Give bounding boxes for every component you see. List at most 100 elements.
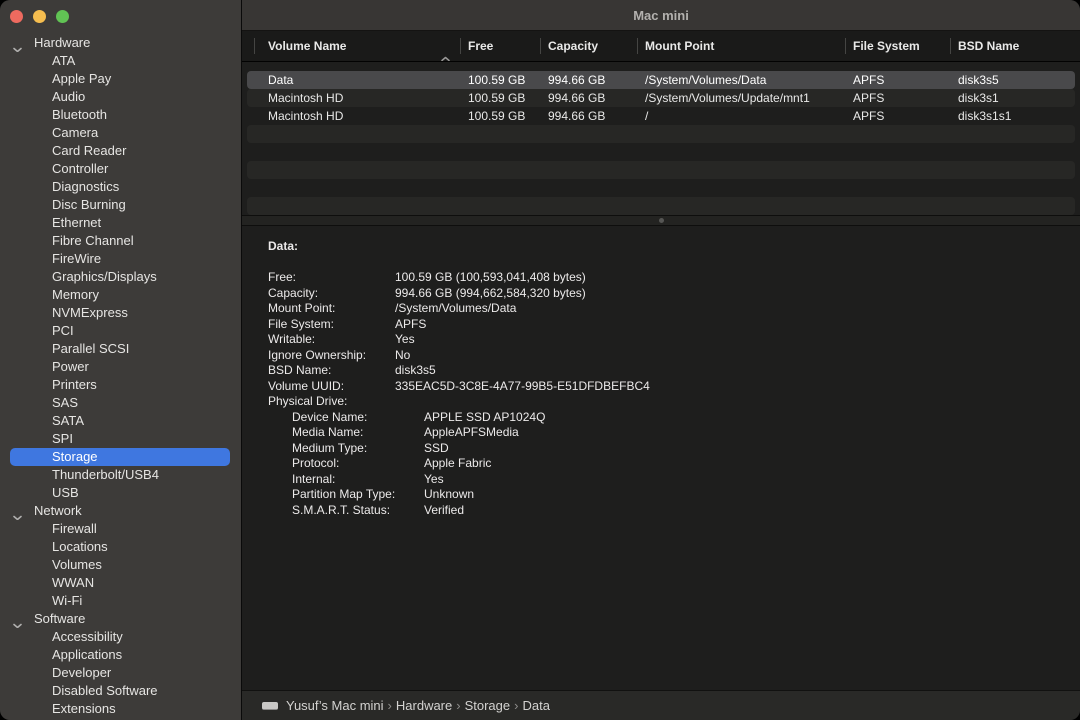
sidebar-item-card-reader[interactable]: Card Reader — [10, 142, 230, 160]
sidebar-item-disabled-software[interactable]: Disabled Software — [10, 682, 230, 700]
cell-empty — [247, 143, 460, 161]
sidebar-group-hardware[interactable]: Hardware — [10, 34, 230, 52]
sidebar-item-bluetooth[interactable]: Bluetooth — [10, 106, 230, 124]
column-header-mount-point[interactable]: Mount Point — [637, 31, 845, 61]
column-header-bsd-name[interactable]: BSD Name — [950, 31, 1080, 61]
detail-line: Internal:Yes — [268, 472, 1080, 488]
sidebar-item-volumes[interactable]: Volumes — [10, 556, 230, 574]
sidebar-item-memory[interactable]: Memory — [10, 286, 230, 304]
main-pane: Mac mini Volume NameFreeCapacityMount Po… — [242, 0, 1080, 720]
sidebar-item-audio[interactable]: Audio — [10, 88, 230, 106]
sidebar-item-developer[interactable]: Developer — [10, 664, 230, 682]
sidebar-item-ethernet[interactable]: Ethernet — [10, 214, 230, 232]
details-title: Data: — [268, 238, 1080, 254]
cell-empty — [247, 179, 460, 197]
sidebar-item-ata[interactable]: ATA — [10, 52, 230, 70]
sidebar-item-storage[interactable]: Storage — [10, 448, 230, 466]
detail-line: Volume UUID:335EAC5D-3C8E-4A77-99B5-E51D… — [268, 379, 1080, 395]
zoom-button[interactable] — [56, 10, 69, 23]
breadcrumb-bar: Yusuf’s Mac mini›Hardware›Storage›Data — [242, 690, 1080, 720]
detail-value: Apple Fabric — [424, 456, 491, 470]
breadcrumb-segment-yusuf-s-mac-mini: Yusuf’s Mac mini — [286, 698, 384, 713]
cell-empty — [540, 179, 637, 197]
cell-empty — [460, 197, 540, 215]
sidebar-item-extensions[interactable]: Extensions — [10, 700, 230, 718]
column-header-file-system[interactable]: File System — [845, 31, 950, 61]
cell-empty — [540, 161, 637, 179]
sidebar-item-sas[interactable]: SAS — [10, 394, 230, 412]
detail-line: Medium Type:SSD — [268, 441, 1080, 457]
sidebar-item-pci[interactable]: PCI — [10, 322, 230, 340]
cell-empty — [845, 161, 950, 179]
detail-line: BSD Name:disk3s5 — [268, 363, 1080, 379]
pane-splitter[interactable] — [242, 215, 1080, 226]
detail-line: Free:100.59 GB (100,593,041,408 bytes) — [268, 270, 1080, 286]
sidebar-group-software[interactable]: Software — [10, 610, 230, 628]
column-header-free[interactable]: Free — [460, 31, 540, 61]
sidebar-item-diagnostics[interactable]: Diagnostics — [10, 178, 230, 196]
sidebar-item-spi[interactable]: SPI — [10, 430, 230, 448]
cell-empty — [637, 179, 845, 197]
detail-label: Device Name: — [292, 410, 424, 426]
detail-label: BSD Name: — [268, 363, 395, 379]
sidebar-item-firewire[interactable]: FireWire — [10, 250, 230, 268]
cell-capacity: 994.66 GB — [540, 71, 637, 89]
sidebar-item-apple-pay[interactable]: Apple Pay — [10, 70, 230, 88]
sidebar-item-sata[interactable]: SATA — [10, 412, 230, 430]
sidebar-item-wwan[interactable]: WWAN — [10, 574, 230, 592]
detail-label: Writable: — [268, 332, 395, 348]
titlebar[interactable]: Mac mini — [242, 0, 1080, 31]
close-button[interactable] — [10, 10, 23, 23]
cell-empty — [950, 179, 1075, 197]
detail-value: 994.66 GB (994,662,584,320 bytes) — [395, 286, 586, 300]
sidebar-item-camera[interactable]: Camera — [10, 124, 230, 142]
details-pane: Data: Free:100.59 GB (100,593,041,408 by… — [242, 226, 1080, 690]
breadcrumb: Yusuf’s Mac mini›Hardware›Storage›Data — [286, 698, 550, 713]
table-row[interactable]: Macintosh HD100.59 GB994.66 GB/System/Vo… — [247, 89, 1075, 107]
table-header: Volume NameFreeCapacityMount PointFile S… — [242, 31, 1080, 62]
cell-empty — [247, 161, 460, 179]
cell-empty — [637, 161, 845, 179]
sidebar-item-locations[interactable]: Locations — [10, 538, 230, 556]
cell-empty — [845, 197, 950, 215]
sidebar-item-printers[interactable]: Printers — [10, 376, 230, 394]
sidebar: HardwareATAApple PayAudioBluetoothCamera… — [0, 0, 242, 720]
table-row[interactable]: Macintosh HD100.59 GB994.66 GB/APFSdisk3… — [247, 107, 1075, 125]
sidebar-item-applications[interactable]: Applications — [10, 646, 230, 664]
cell-free: 100.59 GB — [460, 89, 540, 107]
cell-empty — [950, 143, 1075, 161]
sidebar-item-graphics-displays[interactable]: Graphics/Displays — [10, 268, 230, 286]
detail-label: Physical Drive: — [268, 394, 395, 410]
sidebar-item-parallel-scsi[interactable]: Parallel SCSI — [10, 340, 230, 358]
minimize-button[interactable] — [33, 10, 46, 23]
cell-free: 100.59 GB — [460, 71, 540, 89]
table-row[interactable]: Data100.59 GB994.66 GB/System/Volumes/Da… — [247, 71, 1075, 89]
sidebar-item-accessibility[interactable]: Accessibility — [10, 628, 230, 646]
table-row-empty — [247, 143, 1075, 161]
detail-line: Protocol:Apple Fabric — [268, 456, 1080, 472]
cell-empty — [460, 161, 540, 179]
cell-mount: /System/Volumes/Data — [637, 71, 845, 89]
detail-line: S.M.A.R.T. Status:Verified — [268, 503, 1080, 519]
detail-value: Yes — [395, 332, 415, 346]
column-header-volume-name[interactable]: Volume Name — [242, 31, 460, 61]
sidebar-item-power[interactable]: Power — [10, 358, 230, 376]
detail-line: Ignore Ownership:No — [268, 348, 1080, 364]
sidebar-item-fibre-channel[interactable]: Fibre Channel — [10, 232, 230, 250]
sidebar-item-nvmexpress[interactable]: NVMExpress — [10, 304, 230, 322]
breadcrumb-separator: › — [452, 698, 464, 713]
detail-line: Partition Map Type:Unknown — [268, 487, 1080, 503]
sidebar-item-wi-fi[interactable]: Wi-Fi — [10, 592, 230, 610]
cell-fs: APFS — [845, 89, 950, 107]
sidebar-item-controller[interactable]: Controller — [10, 160, 230, 178]
sidebar-item-usb[interactable]: USB — [10, 484, 230, 502]
detail-value: Verified — [424, 503, 464, 517]
sidebar-group-network[interactable]: Network — [10, 502, 230, 520]
cell-empty — [540, 143, 637, 161]
column-header-capacity[interactable]: Capacity — [540, 31, 637, 61]
system-information-window: HardwareATAApple PayAudioBluetoothCamera… — [0, 0, 1080, 720]
sidebar-item-thunderbolt-usb4[interactable]: Thunderbolt/USB4 — [10, 466, 230, 484]
breadcrumb-segment-data: Data — [522, 698, 549, 713]
sidebar-item-firewall[interactable]: Firewall — [10, 520, 230, 538]
sidebar-item-disc-burning[interactable]: Disc Burning — [10, 196, 230, 214]
